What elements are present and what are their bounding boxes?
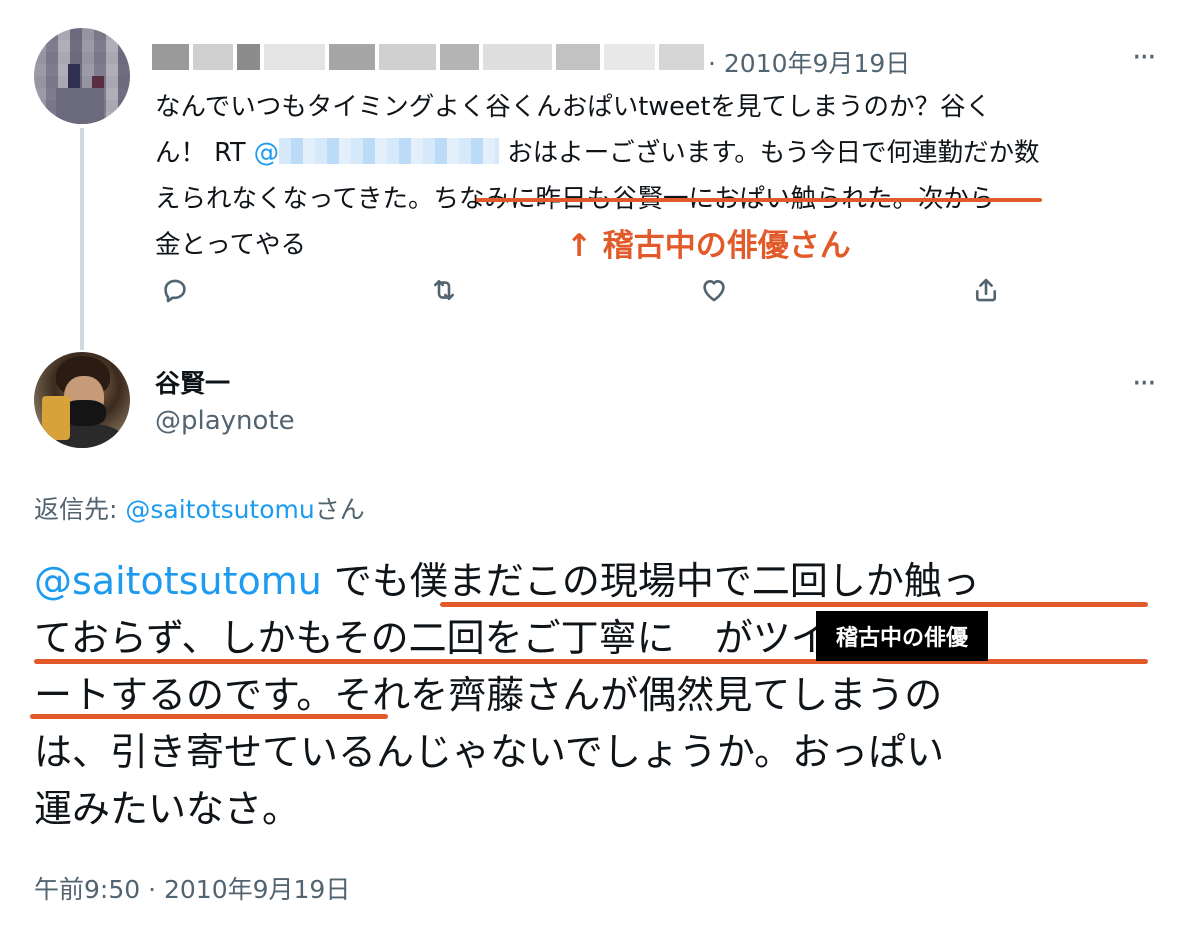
redaction-label: 稽古中の俳優	[816, 611, 988, 661]
author-name[interactable]: 谷賢一	[155, 364, 230, 400]
reply-context: 返信先: @saitotsutomuさん	[34, 490, 365, 526]
retweet-icon[interactable]	[424, 270, 464, 310]
text-fragment: ておらず、しかもその二回をご丁寧に	[34, 616, 675, 660]
text-fragment: おはよーございます。もう今日で何連勤だか数	[499, 138, 1040, 168]
author-name-redacted[interactable]	[152, 40, 705, 74]
annotation-underline	[30, 714, 388, 719]
reply-to-label: 返信先:	[34, 495, 126, 524]
thread-connector-line	[80, 128, 84, 350]
text-fragment: でも僕まだこの現場中で二回しか触っ	[321, 559, 980, 603]
reply-to-user-link[interactable]: @saitotsutomu	[125, 495, 314, 524]
share-icon[interactable]	[966, 270, 1006, 310]
reply-to-suffix: さん	[314, 495, 365, 524]
tweet-text-line: なんでいつもタイミングよく谷くんおぱいtweetを見てしまうのか？谷く	[155, 92, 991, 122]
tweet-text-line: ん！ RT @ おはよーございます。もう今日で何連勤だか数	[155, 130, 1155, 176]
author-handle[interactable]: @playnote	[155, 406, 295, 436]
text-fragment: がツイ	[714, 616, 829, 660]
tweet-text-line: は、引き寄せているんじゃないでしょうか。おっぱい	[34, 730, 945, 774]
like-icon[interactable]	[694, 270, 734, 310]
mention-link[interactable]: @saitotsutomu	[34, 559, 322, 603]
retweet-mention-link[interactable]: @	[254, 138, 280, 168]
annotation-underline	[476, 198, 1042, 202]
tweet-date[interactable]: · 2010年9月19日	[708, 44, 910, 80]
reply-icon[interactable]	[155, 270, 195, 310]
annotation-label: ↑ 稽古中の俳優さん	[566, 228, 851, 264]
tweet-timestamp[interactable]: 午前9:50 · 2010年9月19日	[34, 870, 350, 906]
more-options-icon[interactable]: ···	[1132, 366, 1157, 401]
avatar-blurred[interactable]	[34, 28, 130, 124]
tweet-actions	[0, 270, 1198, 310]
avatar-figure	[42, 396, 70, 440]
more-options-icon[interactable]: ···	[1132, 40, 1157, 75]
tweet-text-line: 運みたいなさ。	[34, 787, 301, 831]
annotation-underline	[440, 602, 1148, 607]
text-fragment: ん！ RT	[155, 138, 254, 168]
tweet-text: @saitotsutomu でも僕まだこの現場中で二回しか触っ ておらず、しかも…	[34, 553, 1174, 838]
text-fragment: えられなくなってきた。	[155, 184, 434, 214]
mention-redacted[interactable]	[279, 138, 500, 164]
avatar[interactable]	[34, 352, 130, 448]
